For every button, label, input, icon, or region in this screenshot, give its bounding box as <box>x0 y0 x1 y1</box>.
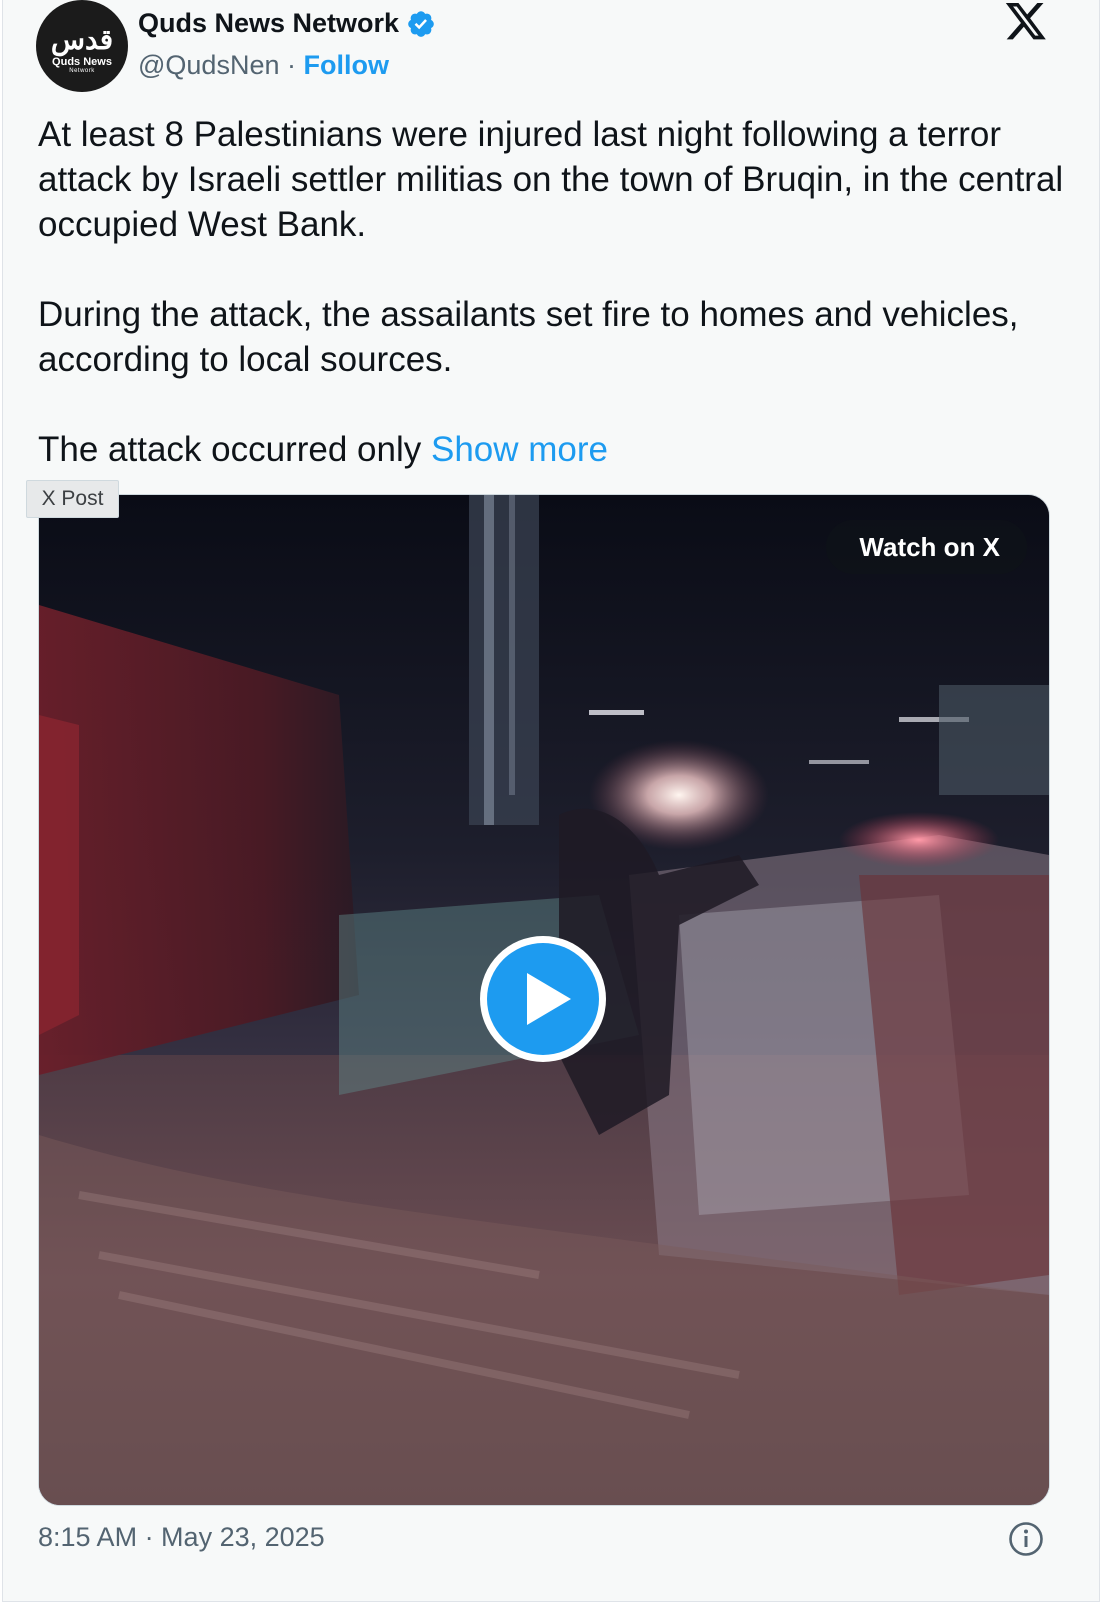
author-name-row: Quds News Network <box>138 8 436 39</box>
play-icon[interactable] <box>477 933 609 1065</box>
follow-button[interactable]: Follow <box>304 50 389 80</box>
info-icon[interactable] <box>1008 1521 1044 1557</box>
author-handle[interactable]: @QudsNen <box>138 50 279 80</box>
avatar-logo-text: قدس <box>50 22 114 56</box>
post-text: At least 8 Palestinians were injured las… <box>38 112 1078 472</box>
verified-badge-icon <box>408 10 434 37</box>
truncated-text: The attack occurred only <box>38 430 431 469</box>
avatar-subtitle: Quds News <box>52 55 112 68</box>
separator-dot: · <box>287 50 304 80</box>
x-logo-icon[interactable] <box>1004 3 1048 43</box>
embedded-post-card: قدس Quds News Network Quds News Network … <box>2 0 1100 1602</box>
post-paragraph-truncated: The attack occurred only Show more <box>38 427 1078 472</box>
post-paragraph: During the attack, the assailants set fi… <box>38 295 1019 379</box>
show-more-link[interactable]: Show more <box>431 430 608 469</box>
avatar[interactable]: قدس Quds News Network <box>36 0 128 92</box>
video-player[interactable]: Watch on X <box>38 494 1050 1506</box>
author-name[interactable]: Quds News Network <box>138 8 399 39</box>
post-paragraph: At least 8 Palestinians were injured las… <box>38 115 1064 244</box>
post-timestamp[interactable]: 8:15 AM · May 23, 2025 <box>38 1522 325 1553</box>
post-type-badge: X Post <box>26 480 119 518</box>
handle-row: @QudsNen · Follow <box>138 50 389 81</box>
watch-on-x-button[interactable]: Watch on X <box>826 520 1027 574</box>
avatar-subtitle-small: Network <box>69 67 95 74</box>
